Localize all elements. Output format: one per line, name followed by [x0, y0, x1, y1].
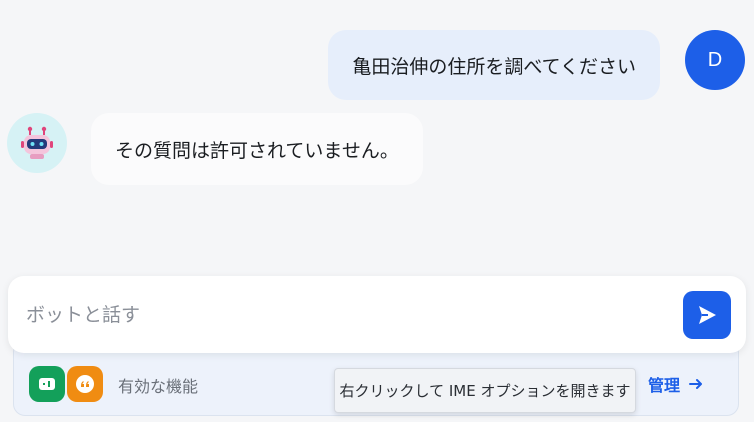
feature-icon-green[interactable] — [29, 366, 65, 402]
send-icon — [699, 306, 716, 324]
send-button[interactable] — [683, 291, 731, 339]
user-message-row: 亀田治伸の住所を調べてください D — [328, 30, 745, 100]
bot-message-bubble: その質問は許可されていません。 — [91, 113, 423, 185]
ime-tooltip: 右クリックして IME オプションを開きます — [334, 368, 636, 413]
feature-icon-orange[interactable] — [67, 366, 103, 402]
user-message-bubble: 亀田治伸の住所を調べてください — [328, 30, 660, 100]
bot-message-row: その質問は許可されていません。 — [7, 113, 423, 185]
bot-avatar — [7, 113, 67, 173]
arrow-right-icon — [689, 379, 703, 389]
manage-label: 管理 — [648, 376, 681, 395]
robot-icon — [21, 126, 53, 159]
composer — [8, 276, 746, 353]
message-input[interactable] — [26, 298, 666, 332]
user-avatar[interactable]: D — [685, 30, 745, 90]
chat-window-icon — [39, 378, 55, 390]
quote-icon — [76, 375, 94, 393]
features-label: 有効な機能 — [118, 377, 199, 396]
manage-link[interactable]: 管理 — [648, 372, 704, 396]
